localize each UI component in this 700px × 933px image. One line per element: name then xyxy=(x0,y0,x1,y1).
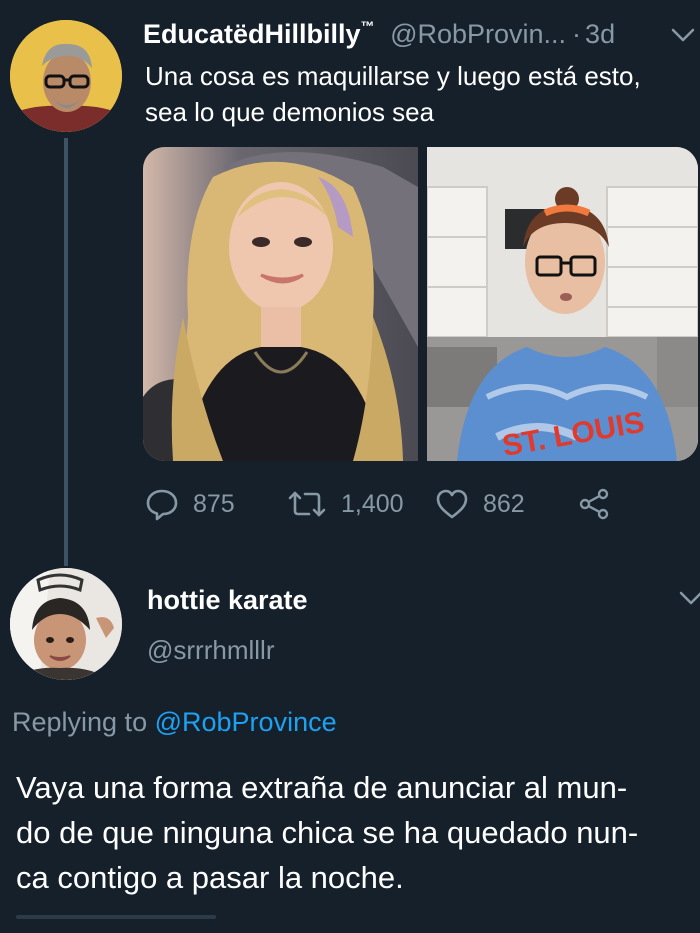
author-handle[interactable]: @RobProvin... xyxy=(390,19,566,49)
like-count: 862 xyxy=(483,489,525,518)
comment-icon xyxy=(146,489,178,521)
reply-text: Vaya una forma extraña de anunciar al mu… xyxy=(16,765,686,900)
retweet-count: 1,400 xyxy=(341,489,404,518)
profile-avatar-icon xyxy=(10,20,122,132)
author-name[interactable]: EducatëdHillbilly xyxy=(143,19,361,49)
share-icon xyxy=(579,488,609,520)
photo-woman-long-blonde-hair xyxy=(143,147,418,461)
reply-text-line: do de que ninguna chica se ha quedado nu… xyxy=(16,815,639,850)
replying-to-prefix: Replying to xyxy=(12,707,148,737)
cropped-content-hint xyxy=(16,915,216,919)
media-photo-1[interactable] xyxy=(143,147,418,461)
tweet-timestamp[interactable]: 3d xyxy=(585,19,615,49)
retweet-icon xyxy=(288,491,326,517)
photo-woman-glasses-st-louis-hoodie: ST. LOUIS xyxy=(426,147,698,461)
heart-icon xyxy=(436,489,468,519)
media-divider xyxy=(418,147,427,461)
reply-text-line: Vaya una forma extraña de anunciar al mu… xyxy=(16,770,628,805)
tweet-media[interactable]: ST. LOUIS xyxy=(143,147,698,461)
retweet-button[interactable]: 1,400 xyxy=(287,482,404,526)
reply-author-avatar[interactable] xyxy=(10,568,122,680)
trademark-symbol: ™ xyxy=(360,18,375,34)
chevron-down-icon[interactable] xyxy=(678,589,700,607)
tweet-action-bar: 875 1,400 862 xyxy=(145,482,625,526)
author-avatar[interactable] xyxy=(10,20,122,132)
media-photo-2[interactable]: ST. LOUIS xyxy=(426,147,698,461)
reply-author-name[interactable]: hottie karate xyxy=(147,580,308,620)
reply-text-line: ca contigo a pasar la noche. xyxy=(16,860,404,895)
reply-count: 875 xyxy=(193,489,235,518)
tweet-header: EducatëdHillbilly™ @RobProvin... · 3d xyxy=(143,14,698,54)
separator-dot: · xyxy=(572,19,582,49)
share-button[interactable] xyxy=(577,482,625,526)
chevron-down-icon[interactable] xyxy=(670,26,696,44)
replying-to-mention[interactable]: @RobProvince xyxy=(155,707,337,737)
thread-connector-line xyxy=(64,138,68,566)
reply-author-handle[interactable]: @srrrhmlllr xyxy=(147,630,274,670)
like-button[interactable]: 862 xyxy=(435,482,525,526)
replying-to-line: Replying to @RobProvince xyxy=(12,700,337,744)
reply-button[interactable]: 875 xyxy=(145,482,235,526)
profile-avatar-icon xyxy=(10,568,122,680)
tweet-text: Una cosa es maquillarse y luego está est… xyxy=(145,61,641,127)
